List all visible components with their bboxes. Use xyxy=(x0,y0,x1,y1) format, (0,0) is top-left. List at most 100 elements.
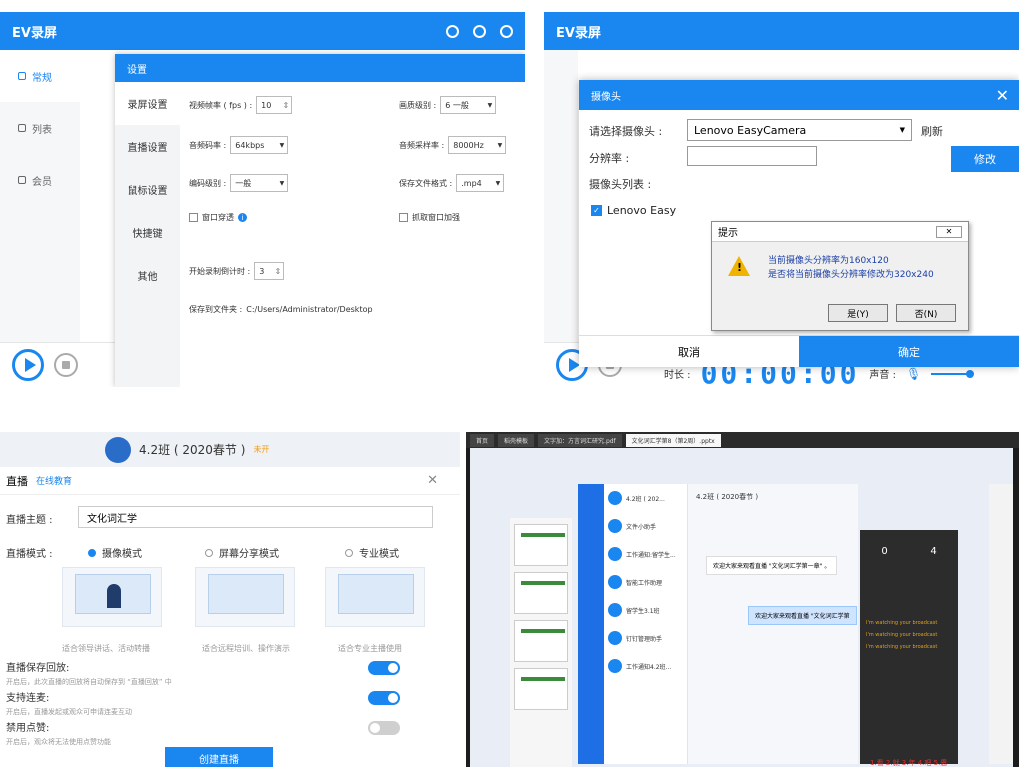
nav-record-settings[interactable]: 录屏设置 xyxy=(115,82,180,125)
desktop-live-screenshot: 首页 稻壳模板 文字加：方言词汇研究.pdf 文化词汇学第8（第2周）.pptx… xyxy=(466,432,1019,767)
nav-shortcuts[interactable]: 快捷键 xyxy=(115,211,180,254)
camera-dialog-footer: 取消 确定 xyxy=(579,335,1019,367)
mode-camera[interactable]: 摄像模式 xyxy=(88,545,142,560)
sample-rate-select[interactable]: 8000Hz xyxy=(448,136,507,154)
audio-bitrate-select[interactable]: 64kbps xyxy=(230,136,289,154)
avatar xyxy=(608,631,622,645)
nav-other[interactable]: 其他 xyxy=(115,254,180,297)
settings-body: 视频帧率 ( fps ) : 10 画质级别 : 6 一般 音频码率 : 64k… xyxy=(185,82,525,387)
audio-bitrate-label: 音频码率 : xyxy=(189,140,227,150)
class-header: 4.2班 ( 2020春节 ) 未开 xyxy=(0,432,460,467)
list-item[interactable]: 文件小助手 xyxy=(604,512,687,540)
sidebar xyxy=(544,50,578,342)
fps-spinner[interactable]: 10 xyxy=(256,96,293,114)
live-dialog-screenshot: 4.2班 ( 2020春节 ) 未开 直播 在线教育 ✕ 直播主题 : 文化词汇… xyxy=(0,432,460,767)
sidebar-item-list[interactable]: 列表 xyxy=(0,102,80,154)
close-icon[interactable]: ✕ xyxy=(936,225,962,238)
live-message: I'm watching your broadcast xyxy=(866,632,938,638)
topic-input[interactable]: 文化词汇学 xyxy=(78,506,433,528)
sidebar-item-general[interactable]: 常规 xyxy=(0,50,80,102)
confirm-button[interactable]: 确定 xyxy=(799,336,1019,367)
sample-rate-label: 音频采样率 : xyxy=(399,140,445,150)
resolution-select[interactable] xyxy=(687,146,817,166)
radio-icon[interactable] xyxy=(345,548,353,557)
phone-icon[interactable] xyxy=(473,24,486,38)
slide-thumb[interactable] xyxy=(514,572,568,614)
refresh-link[interactable]: 刷新 xyxy=(921,123,943,139)
window-through-checkbox[interactable] xyxy=(189,213,198,222)
nav-mouse-settings[interactable]: 鼠标设置 xyxy=(115,168,180,211)
volume-slider[interactable] xyxy=(931,369,975,378)
list-item[interactable]: 智能工作助理 xyxy=(604,568,687,596)
avatar xyxy=(608,547,622,561)
list-item[interactable]: 钉钉管理助手 xyxy=(604,624,687,652)
disable-like-toggle[interactable] xyxy=(368,721,400,735)
user-icon[interactable] xyxy=(446,24,459,38)
avatar xyxy=(608,491,622,505)
slide-thumb[interactable] xyxy=(514,620,568,662)
camera-mode-illustration[interactable] xyxy=(62,567,162,627)
radio-icon[interactable] xyxy=(88,548,96,557)
tab-pptx[interactable]: 文化词汇学第8（第2周）.pptx xyxy=(625,433,721,447)
slide-thumb[interactable] xyxy=(514,524,568,566)
list-item[interactable]: 留学生3.1班 xyxy=(604,596,687,624)
capture-window-checkbox[interactable] xyxy=(399,213,408,222)
live-subtitle[interactable]: 在线教育 xyxy=(36,474,72,487)
camera-dialog-title: 摄像头 xyxy=(591,91,621,103)
title-bar: EV录屏 xyxy=(544,12,1019,50)
live-side-panel: 0 4 I'm watching your broadcast I'm watc… xyxy=(860,530,958,764)
encode-select[interactable]: 一般 xyxy=(230,174,289,192)
slide-thumb[interactable] xyxy=(514,668,568,710)
countdown-spinner[interactable]: 3 xyxy=(254,262,285,280)
stop-button[interactable] xyxy=(54,353,78,377)
prompt-dialog: 提示 ✕ 当前摄像头分辨率为160x120 是否将当前摄像头分辨率修改为320x… xyxy=(711,221,969,331)
co-host-toggle[interactable] xyxy=(368,691,400,705)
option-co-host: 支持连麦: 开启后，直播发起或观众可申请连麦互动 xyxy=(6,693,132,716)
ev-camera-screenshot: EV录屏 时长 : 00:00:00 声音 : 🎙 摄像头 ✕ 请选择摄像头 :… xyxy=(544,12,1019,387)
mode-professional[interactable]: 专业模式 xyxy=(345,545,399,560)
sidebar: 常规 列表 会员 xyxy=(0,50,80,342)
camera-select[interactable]: Lenovo EasyCamera xyxy=(687,119,912,141)
create-live-button[interactable]: 创建直播 xyxy=(165,747,273,767)
save-path-value[interactable]: C:/Users/Administrator/Desktop xyxy=(246,305,372,314)
professional-illustration[interactable] xyxy=(325,567,425,627)
play-button[interactable] xyxy=(12,349,44,381)
quality-label: 画质级别 : xyxy=(399,100,437,110)
tab-templates[interactable]: 稻壳模板 xyxy=(498,433,535,447)
quality-select[interactable]: 6 一般 xyxy=(440,96,497,114)
close-icon[interactable]: ✕ xyxy=(996,86,1009,105)
avatar xyxy=(608,603,622,617)
nav-live-settings[interactable]: 直播设置 xyxy=(115,125,180,168)
microphone-icon[interactable]: 🎙 xyxy=(906,367,921,381)
mode-screen-share[interactable]: 屏幕分享模式 xyxy=(205,545,279,560)
chat-area: 4.2班 ( 2020春节 ) 欢迎大家来观看直播 "文化词汇学第一章" 。 欢… xyxy=(688,484,858,764)
save-replay-toggle[interactable] xyxy=(368,661,400,675)
camera-list-item[interactable]: ✓ Lenovo Easy xyxy=(591,204,676,217)
modify-button[interactable]: 修改 xyxy=(951,146,1019,172)
screen-share-illustration[interactable] xyxy=(195,567,295,627)
yes-button[interactable]: 是(Y) xyxy=(828,304,888,322)
list-item[interactable]: 工作通知4.2班... xyxy=(604,652,687,680)
window-through-label: 窗口穿透 xyxy=(202,213,234,222)
list-item[interactable]: 4.2班 ( 202... xyxy=(604,484,687,512)
radio-icon[interactable] xyxy=(205,548,213,557)
chat-message: 欢迎大家来观看直播 "文化词汇学第 xyxy=(748,606,857,625)
chat-message: 欢迎大家来观看直播 "文化词汇学第一章" 。 xyxy=(706,556,838,575)
slide-thumbnails xyxy=(510,518,572,767)
settings-dialog: 设置 录屏设置 直播设置 鼠标设置 快捷键 其他 视频帧率 ( fps ) : … xyxy=(115,54,525,387)
no-button[interactable]: 否(N) xyxy=(896,304,956,322)
check-icon[interactable]: ✓ xyxy=(591,205,602,216)
tab-pdf[interactable]: 文字加：方言词汇研究.pdf xyxy=(538,433,622,447)
close-icon[interactable]: ✕ xyxy=(427,473,438,488)
gear-icon[interactable] xyxy=(500,24,513,38)
tab-home[interactable]: 首页 xyxy=(470,433,495,447)
info-icon[interactable]: i xyxy=(238,213,247,222)
cancel-button[interactable]: 取消 xyxy=(579,336,799,367)
format-select[interactable]: .mp4 xyxy=(456,174,505,192)
list-item[interactable]: 工作通知:留学生... xyxy=(604,540,687,568)
sidebar-item-member[interactable]: 会员 xyxy=(0,154,80,206)
group-avatar xyxy=(105,436,131,463)
list-icon xyxy=(18,124,26,132)
prompt-title: 提示 xyxy=(718,228,738,239)
viewer-count-left: 0 xyxy=(881,546,888,557)
